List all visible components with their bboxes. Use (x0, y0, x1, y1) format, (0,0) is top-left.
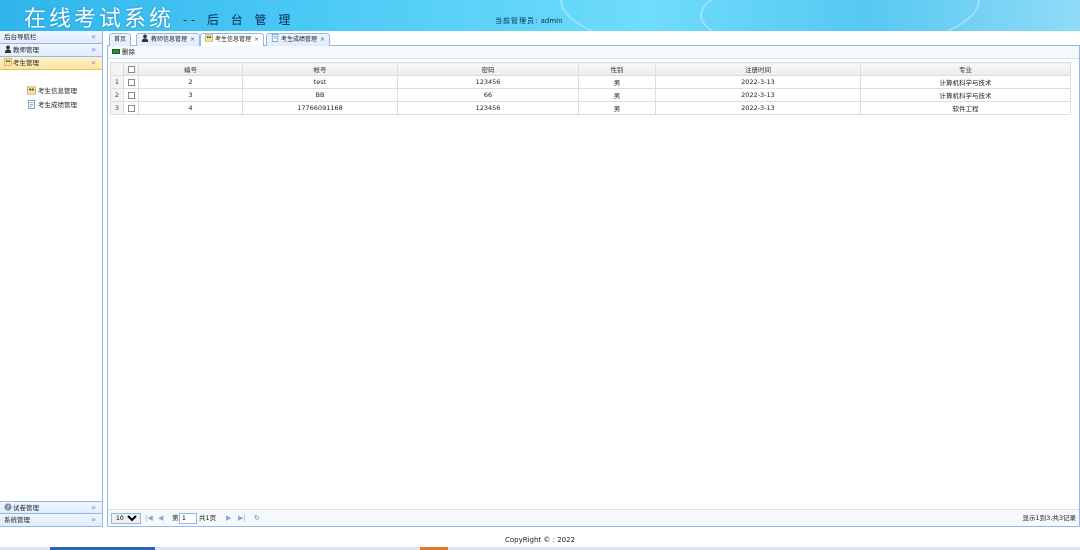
pagination-info: 显示1到3,共3记录 (1022, 514, 1076, 522)
tab-home[interactable]: 首页 (109, 33, 132, 46)
table-cell: 2 (138, 75, 243, 89)
row-checkbox[interactable] (127, 104, 135, 112)
chevron-down-icon[interactable]: » (91, 502, 96, 514)
row-checkbox[interactable] (127, 78, 135, 86)
table-cell: 123456 (397, 75, 579, 89)
question-icon: ? (4, 503, 12, 511)
column-header[interactable]: 编号 (138, 62, 243, 76)
sidebar-title: 后台导航栏 « (0, 31, 102, 44)
table-cell: 男 (578, 88, 656, 102)
table-cell: 3 (138, 88, 243, 102)
users-icon (4, 58, 12, 66)
tab-teacher-info[interactable]: 教师信息管理 × (136, 33, 201, 46)
table-cell: 123456 (397, 101, 579, 115)
tab-student-info[interactable]: 考生信息管理 × (200, 33, 265, 47)
sidebar: 后台导航栏 « 教师管理 » 考生管理 « 考生信息管理 考生成绩管理 ? 试卷管… (0, 31, 103, 527)
chevron-down-icon[interactable]: » (91, 44, 96, 56)
users-icon (27, 86, 36, 95)
document-icon (28, 100, 35, 109)
chevron-up-icon[interactable]: « (91, 57, 96, 69)
row-number: 3 (110, 101, 124, 115)
column-header[interactable]: 帐号 (242, 62, 398, 76)
column-header[interactable]: 专业 (860, 62, 1071, 76)
sidebar-item-student-info[interactable]: 考生信息管理 (0, 84, 102, 98)
first-page-icon[interactable]: |◀ (145, 510, 153, 527)
table-cell: 2022-3-13 (655, 88, 861, 102)
column-header[interactable]: 注册时间 (655, 62, 861, 76)
last-page-icon[interactable]: ▶| (238, 510, 246, 527)
table-row[interactable]: 1 2 test 123456 男 2022-3-13 计算机科学与技术 (110, 75, 1071, 89)
table-header-row: 编号 帐号 密码 性别 注册时间 专业 (110, 62, 1071, 76)
delete-icon (112, 49, 120, 54)
delete-button[interactable]: 删除 (112, 46, 135, 59)
tab-bar: 首页 教师信息管理 × 考生信息管理 × 考生成绩管理 × (107, 31, 1080, 47)
sidebar-panel-system[interactable]: 系统管理 » (0, 514, 102, 527)
table-cell: 计算机科学与技术 (860, 88, 1071, 102)
svg-text:?: ? (7, 505, 10, 511)
page-total: 共1页 (199, 514, 217, 522)
table-cell: 男 (578, 101, 656, 115)
row-number: 1 (110, 75, 124, 89)
row-checkbox-cell (123, 88, 139, 102)
page-size-select[interactable]: 10 (111, 513, 141, 524)
sidebar-item-student-scores[interactable]: 考生成绩管理 (0, 98, 102, 112)
page-prefix: 第 (172, 514, 179, 522)
current-admin: 当前管理员: admin (495, 16, 563, 26)
table-cell: 软件工程 (860, 101, 1071, 115)
student-info-panel: 删除 编号 帐号 密码 性别 注册时间 专业 1 2 test 123456 男… (107, 46, 1080, 527)
table-cell: 男 (578, 75, 656, 89)
table-row[interactable]: 2 3 BB 66 男 2022-3-13 计算机科学与技术 (110, 88, 1071, 102)
app-brand-subtitle: -- 后 台 管 理 (183, 13, 295, 27)
prev-page-icon[interactable]: ◀ (158, 510, 163, 527)
table-cell: 66 (397, 88, 579, 102)
table-cell: 2022-3-13 (655, 75, 861, 89)
table-cell: 17766091168 (242, 101, 398, 115)
tab-student-scores[interactable]: 考生成绩管理 × (266, 33, 331, 46)
student-table: 编号 帐号 密码 性别 注册时间 专业 1 2 test 123456 男 20… (110, 62, 1071, 115)
app-header: 在线考试系统 -- 后 台 管 理 当前管理员: admin (0, 0, 1080, 31)
double-chevron-left-icon[interactable]: « (91, 31, 96, 43)
row-number-header (110, 62, 124, 76)
users-icon (205, 34, 213, 42)
chevron-down-icon[interactable]: » (91, 514, 96, 526)
row-checkbox-cell (123, 101, 139, 115)
admin-label: 当前管理员: (495, 17, 539, 25)
table-cell: 2022-3-13 (655, 101, 861, 115)
row-number: 2 (110, 88, 124, 102)
footer-copyright: CopyRight © : 2022 (504, 536, 576, 544)
column-header[interactable]: 性别 (578, 62, 656, 76)
row-checkbox-cell (123, 75, 139, 89)
toolbar: 删除 (108, 46, 1079, 59)
close-icon[interactable]: × (254, 36, 259, 43)
page-number-input[interactable] (179, 513, 197, 524)
document-icon (271, 34, 279, 42)
main-content: 首页 教师信息管理 × 考生信息管理 × 考生成绩管理 × 删除 编号 帐号 密… (107, 31, 1080, 527)
table-cell: BB (242, 88, 398, 102)
table-row[interactable]: 3 4 17766091168 123456 男 2022-3-13 软件工程 (110, 101, 1071, 115)
table-cell: 4 (138, 101, 243, 115)
user-icon (141, 34, 149, 42)
user-icon (4, 45, 12, 53)
sidebar-panel-exam[interactable]: ? 试卷管理 » (0, 501, 102, 514)
table-cell: 计算机科学与技术 (860, 75, 1071, 89)
row-checkbox[interactable] (127, 91, 135, 99)
sidebar-panel-student[interactable]: 考生管理 « (0, 57, 102, 70)
select-all-checkbox[interactable] (127, 65, 135, 73)
refresh-icon[interactable]: ↻ (254, 510, 260, 527)
student-submenu: 考生信息管理 考生成绩管理 (0, 70, 102, 112)
table-cell: test (242, 75, 398, 89)
next-page-icon[interactable]: ▶ (226, 510, 231, 527)
app-brand-title: 在线考试系统 (24, 7, 175, 31)
close-icon[interactable]: × (190, 36, 195, 43)
sidebar-panel-teacher[interactable]: 教师管理 » (0, 44, 102, 57)
admin-name: admin (540, 17, 563, 25)
header-decoration (700, 0, 1080, 31)
sidebar-bottom-panels: ? 试卷管理 » 系统管理 » (0, 501, 102, 527)
select-all-checkbox-cell (123, 62, 139, 76)
column-header[interactable]: 密码 (397, 62, 579, 76)
pagination-bar: 10 |◀ ◀ 第 共1页 ▶ ▶| ↻ 显示1到3,共3记录 (108, 509, 1079, 526)
close-icon[interactable]: × (320, 36, 325, 43)
